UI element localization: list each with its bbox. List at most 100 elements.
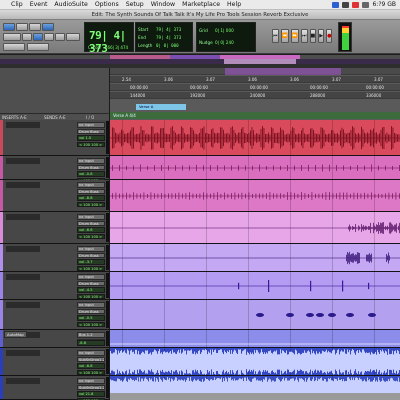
- track-output-selector[interactable]: Drum Buss: [77, 220, 105, 226]
- smart-tool-button[interactable]: [66, 33, 80, 41]
- track-playlist-lane[interactable]: [110, 120, 400, 155]
- horizontal-scrollbar[interactable]: [110, 393, 400, 400]
- track-name-field[interactable]: [6, 214, 40, 220]
- track-playlist-lane[interactable]: [110, 212, 400, 243]
- track-pan-readout[interactable]: < 100 100 >: [77, 202, 105, 207]
- track-playlist-lane[interactable]: [110, 244, 400, 271]
- track-pan-readout[interactable]: < 100 100 >: [77, 142, 105, 147]
- track-output-selector[interactable]: Drum Buss: [77, 128, 105, 134]
- go-to-end-button[interactable]: ⏭: [300, 29, 308, 43]
- track-name-field[interactable]: [6, 158, 40, 164]
- track-input-selector[interactable]: no input: [77, 182, 105, 188]
- section-marker-ruler[interactable]: Verse A 4/4: [110, 112, 400, 119]
- track-header[interactable]: no inputDrum Bussvol -0.8< 100 100 >: [0, 156, 110, 183]
- track-volume-readout[interactable]: vol -6.8: [77, 363, 105, 369]
- automation-mode-selector[interactable]: AutoMap: [4, 331, 27, 338]
- track-header[interactable]: no input Drum Buss vol 1.5 < 100 100 >: [0, 120, 110, 155]
- track-playlist-lane[interactable]: [110, 180, 400, 211]
- menu-help[interactable]: Help: [224, 1, 245, 8]
- edit-window-titlebar[interactable]: Edit: The Synth Sounds Of Talk Talk It's…: [0, 10, 400, 20]
- track-pan-readout[interactable]: < 100 100 >: [77, 266, 105, 271]
- dropbox-icon[interactable]: [332, 1, 340, 8]
- track-header[interactable]: no inputSubSnDrop1-2vol 21.8< 100 100 >: [0, 376, 110, 400]
- timeline-rulers[interactable]: 2.54 3.06 3.07 3.06 3.06 3.07 3.07 00:00…: [110, 68, 400, 120]
- start-value[interactable]: 79| 4| 373: [156, 27, 181, 32]
- track-name-field[interactable]: [6, 246, 40, 252]
- track-name-field[interactable]: [6, 122, 40, 128]
- track-input-selector[interactable]: no input: [77, 274, 105, 280]
- track-volume-readout[interactable]: vol -0.5: [77, 315, 105, 321]
- menu-audiosuite[interactable]: AudioSuite: [51, 1, 91, 8]
- zoom-preset-button[interactable]: [3, 33, 21, 41]
- track-input-selector[interactable]: no input: [77, 214, 105, 220]
- track-row[interactable]: no inputDrum Bussvol -0.8< 100 100 >: [0, 156, 400, 183]
- marker-verse[interactable]: Verse A: [136, 104, 186, 110]
- selection-display[interactable]: Start 79| 4| 373 End 79| 4| 373 Length 0…: [135, 22, 193, 52]
- track-header[interactable]: no input Drum Buss vol -3.7 < 100 100 >: [0, 244, 110, 271]
- main-counter[interactable]: 79| 4| 373 Cursor 166| 3| 474: [84, 22, 134, 55]
- track-output-selector[interactable]: Drum Buss: [77, 252, 105, 258]
- track-row[interactable]: no input Drum Buss vol -6.6 < 100 100 >: [0, 212, 400, 244]
- track-pan-readout[interactable]: < 100 100 >: [77, 322, 105, 327]
- pencil-tool-button[interactable]: [55, 33, 65, 41]
- track-name-field[interactable]: [6, 182, 40, 188]
- play-button[interactable]: ▶: [318, 29, 325, 43]
- track-input-selector[interactable]: no input: [77, 350, 105, 356]
- track-row[interactable]: Bus 1-2SubSnDrop1-2-8.8AutoMap: [0, 330, 400, 348]
- track-playlist-lane[interactable]: [110, 330, 400, 347]
- track-row[interactable]: no input Drum Buss vol -4.5 < 100 100 >: [0, 272, 400, 300]
- track-playlist-lane[interactable]: [110, 156, 400, 179]
- track-row[interactable]: no input Drum Buss vol -8.8 < 100 100 >: [0, 180, 400, 212]
- slip-mode-button[interactable]: [16, 23, 28, 31]
- rewind-button[interactable]: ⏪: [280, 29, 289, 43]
- record-icon[interactable]: [352, 1, 360, 8]
- shuffle-mode-button[interactable]: [3, 23, 15, 31]
- track-name-field[interactable]: [6, 302, 40, 308]
- track-volume-readout[interactable]: vol -0.8: [77, 171, 105, 177]
- track-playlist-lane[interactable]: [110, 272, 400, 299]
- menu-event[interactable]: Event: [27, 1, 52, 8]
- menu-options[interactable]: Options: [92, 1, 123, 8]
- track-input-selector[interactable]: Bus 1-2: [77, 332, 105, 338]
- track-volume-readout[interactable]: vol -8.8: [77, 195, 105, 201]
- end-value[interactable]: 79| 4| 373: [156, 35, 181, 40]
- return-to-zero-button[interactable]: ⏮: [272, 29, 279, 43]
- display-icon[interactable]: [342, 1, 350, 8]
- track-output-selector[interactable]: Drum Buss: [77, 308, 105, 314]
- track-volume-readout[interactable]: vol 1.5: [77, 135, 105, 141]
- track-header[interactable]: no input Drum Buss vol -6.6 < 100 100 >: [0, 212, 110, 243]
- grid-nudge-display[interactable]: Grid 0| 1| 000 Nudge 0| 0| 240: [196, 22, 256, 52]
- min-secs-ruler[interactable]: 00:00:00 00:00:00 00:00:00 00:00:00 00:0…: [110, 84, 400, 91]
- zoom-toggle-button[interactable]: [3, 43, 25, 51]
- record-button[interactable]: ●: [326, 29, 333, 43]
- track-input-selector[interactable]: no input: [77, 378, 105, 384]
- track-input-selector[interactable]: no input: [77, 122, 105, 128]
- track-volume-readout[interactable]: vol 21.8: [77, 391, 105, 397]
- track-output-selector[interactable]: Drum Buss: [77, 164, 105, 170]
- track-input-selector[interactable]: no input: [77, 246, 105, 252]
- track-volume-readout[interactable]: vol -3.7: [77, 259, 105, 265]
- track-output-selector[interactable]: Drum Buss: [77, 188, 105, 194]
- track-pan-readout[interactable]: < 100 100 >: [77, 234, 105, 239]
- track-name-field[interactable]: [6, 274, 40, 280]
- track-playlist-lane[interactable]: [110, 300, 400, 329]
- track-header[interactable]: no input Drum Buss vol -0.5 < 100 100 >: [0, 300, 110, 329]
- tab-to-transient-button[interactable]: [27, 43, 49, 51]
- selector-tool-button[interactable]: [33, 33, 43, 41]
- trim-tool-button[interactable]: [22, 33, 32, 41]
- track-playlist-lane[interactable]: [110, 348, 400, 375]
- bars-beats-ruler[interactable]: [110, 68, 400, 75]
- nudge-value[interactable]: 0| 0| 240: [215, 40, 234, 45]
- track-volume-readout[interactable]: vol -6.6: [77, 227, 105, 233]
- track-header[interactable]: Bus 1-2SubSnDrop1-2-8.8AutoMap: [0, 330, 110, 347]
- samples-ruler[interactable]: 144000 192000 240000 288000 336000: [110, 92, 400, 99]
- track-row[interactable]: no input Drum Buss vol 1.5 < 100 100 >: [0, 120, 400, 156]
- memory-icon[interactable]: [362, 1, 370, 8]
- track-row[interactable]: no input SubSnDrop1-2 vol -6.8 < 100 100 >: [0, 348, 400, 376]
- spot-mode-button[interactable]: [29, 23, 41, 31]
- menu-setup[interactable]: Setup: [123, 1, 148, 8]
- track-header[interactable]: no input Drum Buss vol -8.8 < 100 100 >: [0, 180, 110, 211]
- menu-clip[interactable]: Clip: [8, 1, 27, 8]
- track-row[interactable]: no input Drum Buss vol -0.5 < 100 100 >: [0, 300, 400, 330]
- track-header[interactable]: no input SubSnDrop1-2 vol -6.8 < 100 100 >: [0, 348, 110, 375]
